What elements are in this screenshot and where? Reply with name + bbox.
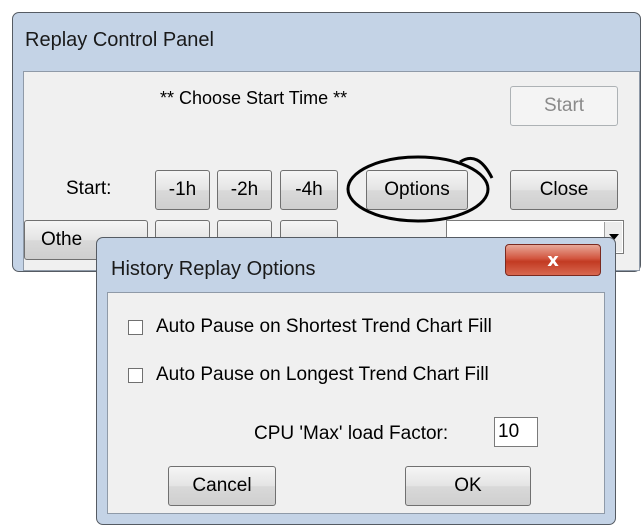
minus-1h-button[interactable]: -1h bbox=[155, 170, 210, 210]
status-text: ** Choose Start Time ** bbox=[160, 88, 348, 108]
auto-pause-shortest-checkbox[interactable] bbox=[128, 320, 143, 335]
auto-pause-longest-label[interactable]: Auto Pause on Longest Trend Chart Fill bbox=[156, 364, 489, 386]
minus-2h-button[interactable]: -2h bbox=[217, 170, 272, 210]
dialog-close-button[interactable]: x bbox=[505, 244, 601, 276]
cpu-load-factor-label: CPU 'Max' load Factor: bbox=[254, 423, 449, 444]
ok-button[interactable]: OK bbox=[405, 466, 531, 506]
minus-4h-button[interactable]: -4h bbox=[280, 170, 338, 210]
start-label: Start: bbox=[66, 178, 112, 199]
cancel-button[interactable]: Cancel bbox=[168, 466, 276, 506]
auto-pause-longest-checkbox[interactable] bbox=[128, 368, 143, 383]
start-button[interactable]: Start bbox=[510, 86, 618, 126]
close-icon: x bbox=[547, 249, 559, 271]
cpu-load-factor-input[interactable]: 10 bbox=[494, 417, 538, 447]
auto-pause-shortest-label[interactable]: Auto Pause on Shortest Trend Chart Fill bbox=[156, 316, 492, 338]
options-button[interactable]: Options bbox=[366, 170, 468, 210]
close-button[interactable]: Close bbox=[510, 170, 618, 210]
options-dialog-title: History Replay Options bbox=[111, 258, 316, 280]
replay-panel-title: Replay Control Panel bbox=[25, 29, 214, 51]
